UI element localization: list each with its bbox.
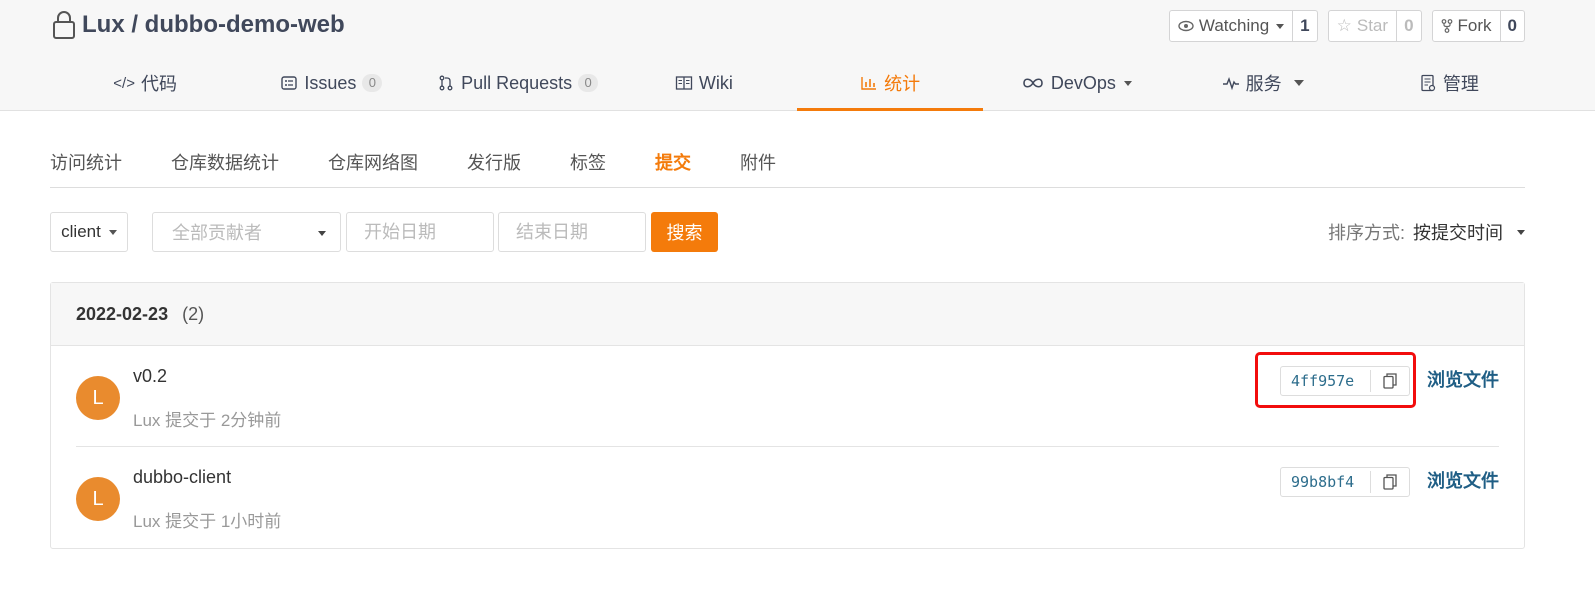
infinity-icon bbox=[1023, 78, 1043, 88]
author-select[interactable]: 全部贡献者 bbox=[152, 212, 341, 252]
commit-filters: client 全部贡献者 开始日期 结束日期 搜索 排序方式: 按提交时间 bbox=[50, 212, 1525, 252]
commit-group-date: 2022-02-23 bbox=[76, 303, 169, 324]
commit-meta: Lux 提交于 2分钟前 bbox=[133, 411, 282, 430]
commit-sha-box: 99b8bf4 bbox=[1280, 467, 1410, 497]
repo-header: Lux / dubbo-demo-web Watching 1 ☆ Star 0… bbox=[0, 0, 1595, 111]
branch-select[interactable]: client bbox=[50, 212, 128, 252]
tab-manage[interactable]: 管理 bbox=[1356, 56, 1542, 110]
sort-label: 排序方式: bbox=[1327, 223, 1405, 243]
code-icon: </> bbox=[113, 74, 135, 92]
chevron-down-icon bbox=[1293, 80, 1304, 86]
tab-wiki[interactable]: Wiki bbox=[611, 56, 797, 110]
pull-request-icon bbox=[439, 75, 453, 91]
tab-code-label: 代码 bbox=[140, 74, 177, 94]
commit-row: L dubbo-client Lux 提交于 1小时前 99b8bf4 浏览文件 bbox=[76, 447, 1499, 548]
issues-icon bbox=[281, 76, 298, 90]
repo-tabs: </> 代码 Issues 0 Pull Requests 0 Wiki 统计 … bbox=[52, 56, 1542, 111]
chevron-down-icon bbox=[1276, 23, 1285, 29]
chevron-down-icon bbox=[1517, 229, 1525, 235]
author-select-placeholder: 全部贡献者 bbox=[172, 223, 262, 243]
watch-button[interactable]: Watching 1 bbox=[1168, 10, 1318, 42]
tab-code[interactable]: </> 代码 bbox=[52, 56, 238, 110]
commit-meta: Lux 提交于 1小时前 bbox=[133, 512, 282, 531]
repo-title: Lux / dubbo-demo-web bbox=[52, 10, 345, 40]
tab-services-label: 服务 bbox=[1245, 74, 1282, 94]
tab-issues-label: Issues bbox=[304, 72, 357, 93]
sort-value: 按提交时间 bbox=[1413, 223, 1503, 243]
star-button[interactable]: ☆ Star 0 bbox=[1327, 10, 1422, 42]
copy-icon bbox=[1383, 474, 1397, 490]
tab-statistics[interactable]: 统计 bbox=[797, 56, 984, 111]
settings-doc-icon bbox=[1421, 74, 1435, 92]
issues-count-badge: 0 bbox=[362, 74, 383, 92]
tab-issues[interactable]: Issues 0 bbox=[238, 56, 424, 110]
subnav-visits[interactable]: 访问统计 bbox=[50, 140, 122, 187]
fork-count[interactable]: 0 bbox=[1501, 11, 1524, 41]
statistics-subnav: 访问统计 仓库数据统计 仓库网络图 发行版 标签 提交 附件 bbox=[50, 140, 1525, 188]
start-date-input[interactable]: 开始日期 bbox=[346, 212, 494, 252]
commit-message[interactable]: v0.2 bbox=[133, 366, 167, 387]
wiki-icon bbox=[675, 76, 693, 90]
fork-button[interactable]: Fork 0 bbox=[1431, 10, 1525, 42]
fork-label: Fork bbox=[1457, 16, 1492, 35]
sort-control[interactable]: 排序方式: 按提交时间 bbox=[1328, 212, 1525, 252]
chart-icon bbox=[861, 77, 877, 90]
pulse-icon bbox=[1222, 76, 1239, 91]
end-date-input[interactable]: 结束日期 bbox=[498, 212, 646, 252]
commit-list: 2022-02-23 (2) L v0.2 Lux 提交于 2分钟前 4ff95… bbox=[50, 282, 1525, 549]
star-icon: ☆ bbox=[1336, 16, 1352, 35]
sha-highlight-box bbox=[1255, 352, 1416, 408]
branch-select-value: client bbox=[61, 222, 101, 241]
commit-sha[interactable]: 99b8bf4 bbox=[1281, 471, 1371, 493]
subnav-attachments[interactable]: 附件 bbox=[740, 140, 776, 187]
copy-button[interactable] bbox=[1371, 474, 1409, 490]
repo-name[interactable]: Lux / dubbo-demo-web bbox=[82, 11, 345, 39]
tab-services[interactable]: 服务 bbox=[1170, 56, 1356, 110]
search-button[interactable]: 搜索 bbox=[651, 212, 718, 252]
lock-icon bbox=[53, 11, 75, 39]
subnav-commits[interactable]: 提交 bbox=[655, 140, 691, 187]
tab-pull-requests-label: Pull Requests bbox=[461, 72, 573, 93]
subnav-tags[interactable]: 标签 bbox=[570, 140, 606, 187]
avatar[interactable]: L bbox=[76, 477, 120, 521]
browse-files-link[interactable]: 浏览文件 bbox=[1427, 467, 1499, 493]
subnav-repo-data[interactable]: 仓库数据统计 bbox=[171, 140, 279, 187]
tab-statistics-label: 统计 bbox=[884, 74, 921, 94]
repo-actions: Watching 1 ☆ Star 0 Fork 0 bbox=[1168, 10, 1525, 42]
commit-group-header: 2022-02-23 (2) bbox=[51, 283, 1524, 346]
chevron-down-icon bbox=[1123, 80, 1132, 86]
tab-wiki-label: Wiki bbox=[698, 72, 733, 93]
tab-manage-label: 管理 bbox=[1442, 74, 1479, 94]
eye-icon bbox=[1178, 20, 1194, 32]
browse-files-link[interactable]: 浏览文件 bbox=[1427, 366, 1499, 392]
avatar[interactable]: L bbox=[76, 376, 120, 420]
subnav-releases[interactable]: 发行版 bbox=[467, 140, 521, 187]
commit-group-count: (2) bbox=[182, 303, 205, 324]
star-label: Star bbox=[1356, 16, 1389, 35]
pull-requests-count-badge: 0 bbox=[578, 74, 599, 92]
tab-pull-requests[interactable]: Pull Requests 0 bbox=[425, 56, 611, 110]
watch-label: Watching bbox=[1198, 16, 1270, 35]
tab-devops-label: DevOps bbox=[1050, 72, 1116, 93]
commit-message[interactable]: dubbo-client bbox=[133, 467, 231, 488]
chevron-down-icon bbox=[318, 231, 326, 236]
chevron-down-icon bbox=[108, 229, 117, 235]
tab-devops[interactable]: DevOps bbox=[983, 56, 1169, 110]
watch-count[interactable]: 1 bbox=[1293, 11, 1316, 41]
subnav-network-graph[interactable]: 仓库网络图 bbox=[328, 140, 418, 187]
star-count[interactable]: 0 bbox=[1397, 11, 1420, 41]
fork-icon bbox=[1441, 19, 1452, 33]
